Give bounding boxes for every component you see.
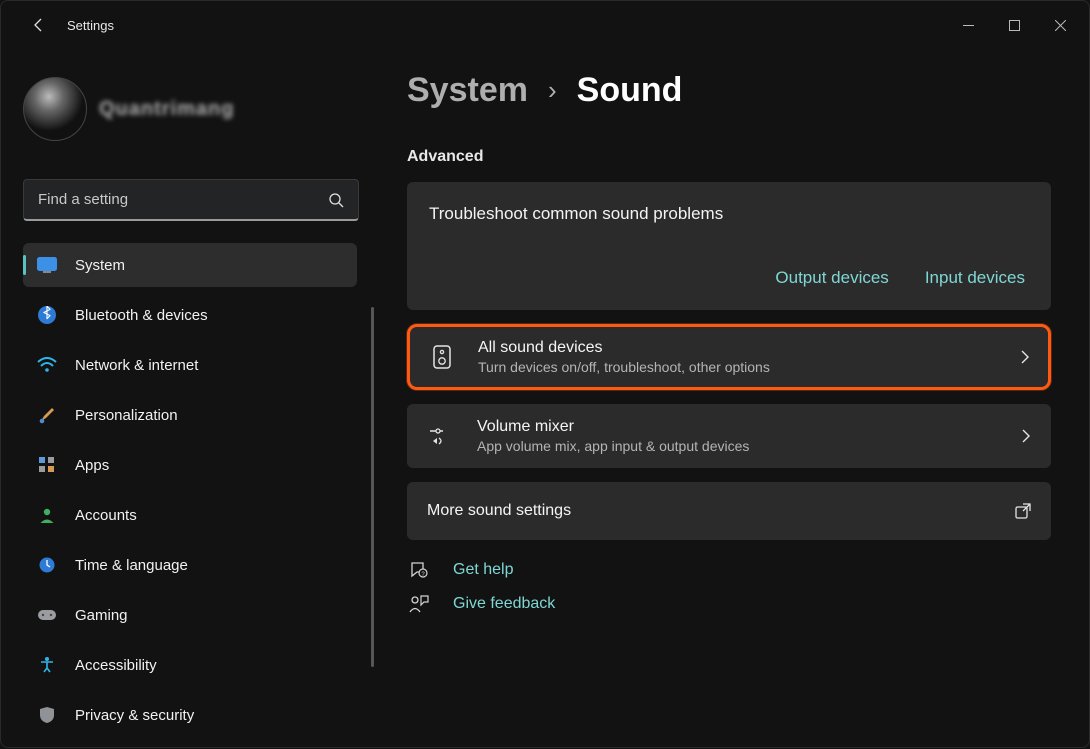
window-controls	[945, 9, 1083, 41]
get-help-link[interactable]: ? Get help	[407, 560, 1051, 580]
paintbrush-icon	[37, 405, 57, 425]
help-links: ? Get help Give feedback	[407, 560, 1051, 614]
search-box[interactable]	[23, 179, 359, 221]
search-icon	[328, 192, 344, 208]
back-button[interactable]	[21, 7, 57, 43]
all-sound-devices-row[interactable]: All sound devices Turn devices on/off, t…	[407, 324, 1051, 390]
nav: System Bluetooth & devices Network & int…	[23, 243, 357, 743]
sidebar-item-time-language[interactable]: Time & language	[23, 543, 357, 587]
maximize-button[interactable]	[991, 9, 1037, 41]
apps-icon	[37, 455, 57, 475]
profile-text: Quantrimang	[99, 98, 234, 121]
row-subtitle: App volume mix, app input & output devic…	[477, 438, 999, 454]
sidebar-item-privacy-security[interactable]: Privacy & security	[23, 693, 357, 737]
help-icon: ?	[407, 560, 431, 580]
sidebar-item-bluetooth[interactable]: Bluetooth & devices	[23, 293, 357, 337]
back-icon	[31, 17, 47, 33]
sidebar-item-label: Accessibility	[75, 657, 157, 674]
bluetooth-icon	[37, 305, 57, 325]
minimize-button[interactable]	[945, 9, 991, 41]
sidebar-item-apps[interactable]: Apps	[23, 443, 357, 487]
sidebar-item-accessibility[interactable]: Accessibility	[23, 643, 357, 687]
breadcrumb-separator: ›	[548, 75, 557, 106]
profile-brand: Quantrimang	[99, 98, 234, 121]
give-feedback-link[interactable]: Give feedback	[407, 594, 1051, 614]
app-title: Settings	[67, 18, 114, 33]
feedback-text: Give feedback	[453, 595, 555, 613]
maximize-icon	[1009, 20, 1020, 31]
feedback-icon	[407, 594, 431, 614]
sidebar-item-label: Apps	[75, 457, 109, 474]
chevron-right-icon	[1021, 428, 1031, 444]
breadcrumb-parent[interactable]: System	[407, 71, 528, 110]
chevron-right-icon	[1020, 349, 1030, 365]
clock-globe-icon	[37, 555, 57, 575]
gamepad-icon	[37, 605, 57, 625]
advanced-header: Advanced	[407, 148, 1051, 166]
sidebar-item-network[interactable]: Network & internet	[23, 343, 357, 387]
sidebar-item-label: System	[75, 257, 125, 274]
breadcrumb-current: Sound	[577, 71, 683, 110]
speaker-icon	[428, 345, 456, 369]
sidebar-item-gaming[interactable]: Gaming	[23, 593, 357, 637]
close-icon	[1055, 20, 1066, 31]
avatar	[23, 77, 87, 141]
sidebar-item-label: Bluetooth & devices	[75, 307, 208, 324]
search-input[interactable]	[38, 191, 328, 208]
sidebar-item-label: Network & internet	[75, 357, 198, 374]
main: System › Sound Advanced Troubleshoot com…	[371, 49, 1089, 749]
volume-mixer-row[interactable]: Volume mixer App volume mix, app input &…	[407, 404, 1051, 468]
sidebar-item-label: Gaming	[75, 607, 128, 624]
sidebar-scrollbar[interactable]	[371, 307, 374, 667]
input-devices-link[interactable]: Input devices	[925, 268, 1025, 288]
breadcrumb: System › Sound	[407, 71, 1051, 110]
output-devices-link[interactable]: Output devices	[775, 268, 888, 288]
sidebar-item-label: Personalization	[75, 407, 178, 424]
row-subtitle: Turn devices on/off, troubleshoot, other…	[478, 359, 998, 375]
external-link-icon	[1015, 503, 1031, 519]
troubleshoot-title: Troubleshoot common sound problems	[429, 204, 1029, 224]
row-title: All sound devices	[478, 339, 998, 357]
more-sound-settings-row[interactable]: More sound settings	[407, 482, 1051, 540]
sidebar-item-label: Time & language	[75, 557, 188, 574]
sidebar: Quantrimang System Bluetooth & devices	[1, 49, 371, 749]
profile[interactable]: Quantrimang	[23, 69, 357, 149]
person-icon	[37, 505, 57, 525]
row-title: Volume mixer	[477, 418, 999, 436]
accessibility-icon	[37, 655, 57, 675]
close-button[interactable]	[1037, 9, 1083, 41]
wifi-icon	[37, 355, 57, 375]
system-icon	[37, 255, 57, 275]
help-text: Get help	[453, 561, 513, 579]
titlebar: Settings	[1, 1, 1089, 49]
row-title: More sound settings	[427, 502, 1015, 520]
shield-icon	[37, 705, 57, 725]
sidebar-item-personalization[interactable]: Personalization	[23, 393, 357, 437]
troubleshoot-card: Troubleshoot common sound problems Outpu…	[407, 182, 1051, 310]
mixer-icon	[427, 426, 455, 446]
sidebar-item-accounts[interactable]: Accounts	[23, 493, 357, 537]
minimize-icon	[963, 20, 974, 31]
sidebar-item-label: Accounts	[75, 507, 137, 524]
sidebar-item-system[interactable]: System	[23, 243, 357, 287]
sidebar-item-label: Privacy & security	[75, 707, 194, 724]
